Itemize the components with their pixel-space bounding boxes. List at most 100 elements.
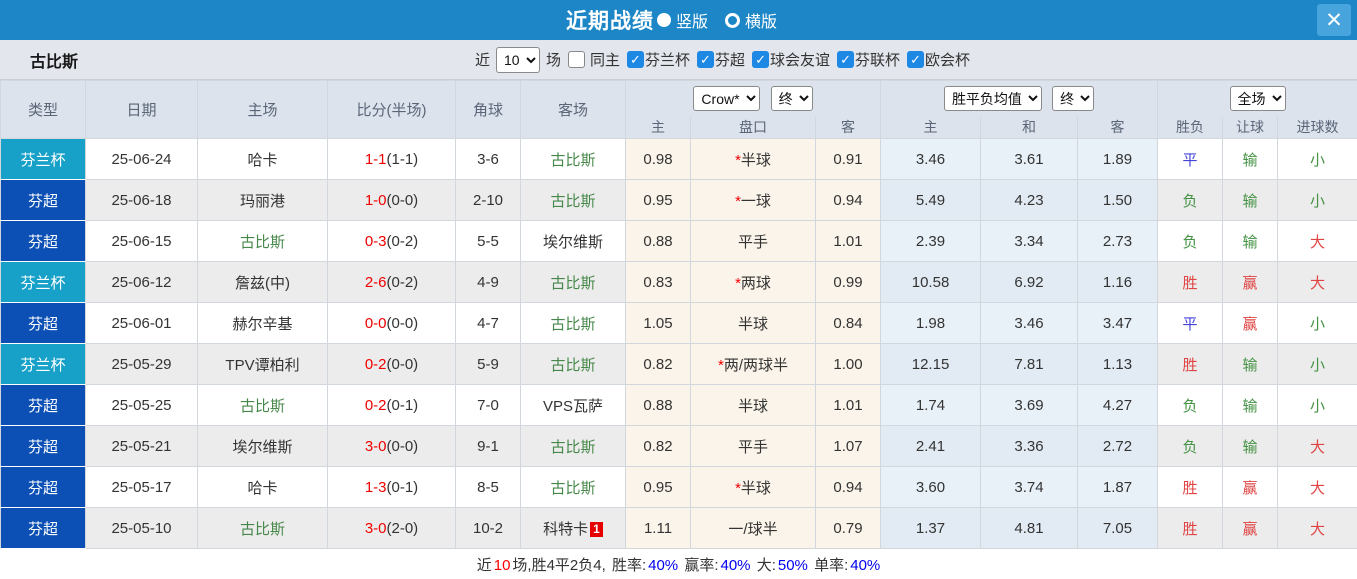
home-odds: 0.95 [625, 466, 691, 508]
matches-unit-label: 场 [545, 52, 561, 69]
half-time-score: (1-1) [386, 150, 419, 168]
league-checkbox[interactable]: ✓ [837, 51, 855, 68]
col-header-score: 比分(半场) [327, 80, 456, 139]
odds-company-select[interactable]: Crow* [693, 86, 761, 112]
handicap-line: *两/两球半 [690, 343, 816, 385]
summary-part: 单率: [809, 557, 849, 574]
full-time-score: 1-0 [364, 191, 387, 209]
home-odds: 0.82 [625, 425, 691, 467]
goals-over-under: 大 [1277, 220, 1357, 262]
vertical-layout-radio[interactable] [656, 13, 671, 27]
avg-win-odds: 1.74 [880, 384, 982, 426]
match-date: 25-05-17 [85, 466, 198, 508]
subheader-goals: 进球数 [1277, 116, 1357, 139]
home-odds: 0.82 [625, 343, 691, 385]
full-time-score: 0-0 [364, 314, 387, 332]
home-team: 埃尔维斯 [197, 425, 328, 467]
corner-score: 4-9 [455, 261, 521, 303]
avg-draw-odds: 4.23 [980, 179, 1079, 221]
score-cell: 1-1(1-1) [327, 138, 456, 180]
away-odds: 0.99 [814, 261, 882, 303]
half-time-score: (0-0) [386, 355, 419, 373]
horizontal-layout-label[interactable]: 横版 [745, 8, 777, 32]
table-row: 芬超 25-06-01 赫尔辛基 0-0(0-0) 4-7 古比斯 1.05 半… [0, 302, 1357, 344]
avg-state-select[interactable]: 终 [1052, 86, 1095, 112]
away-team: 古比斯 [520, 302, 626, 344]
col-header-type: 类型 [0, 80, 86, 139]
corner-score: 10-2 [455, 507, 521, 549]
away-odds: 0.84 [814, 302, 882, 344]
handicap-line: 平手 [690, 425, 816, 467]
away-odds: 0.94 [814, 179, 882, 221]
league-checkbox-label[interactable]: 芬兰杯 [645, 52, 690, 69]
league-filter-group: ✓ 芬兰杯 ✓ 芬超 ✓ 球会友谊 ✓ 芬联杯 ✓ 欧会杯 [620, 49, 970, 70]
avg-lose-odds: 1.50 [1077, 179, 1159, 221]
avg-lose-odds: 1.13 [1077, 343, 1159, 385]
avg-select-group: 胜平负均值 终 [880, 80, 1159, 117]
handicap-text: 平手 [737, 233, 768, 251]
same-home-label[interactable]: 同主 [590, 49, 620, 70]
full-time-score: 0-2 [364, 396, 387, 414]
match-date: 25-06-24 [85, 138, 198, 180]
summary-part: 50% [777, 557, 808, 574]
league-checkbox-label[interactable]: 芬超 [715, 52, 745, 69]
table-row: 芬超 25-06-18 玛丽港 1-0(0-0) 2-10 古比斯 0.95 *… [0, 179, 1357, 221]
match-result: 平 [1157, 302, 1224, 344]
corner-score: 8-5 [455, 466, 521, 508]
table-row: 芬兰杯 25-06-12 詹兹(中) 2-6(0-2) 4-9 古比斯 0.83… [0, 261, 1357, 303]
handicap-line: *一球 [690, 179, 816, 221]
half-time-score: (0-2) [386, 273, 419, 291]
away-odds: 1.00 [814, 343, 882, 385]
handicap-text: 平手 [737, 438, 768, 456]
half-time-score: (0-1) [386, 478, 419, 496]
summary-part: 10 [493, 557, 511, 574]
league-checkbox[interactable]: ✓ [752, 51, 770, 68]
same-home-checkbox[interactable] [567, 51, 585, 68]
recent-count-select[interactable]: 10 [495, 46, 540, 73]
match-result: 负 [1157, 220, 1224, 262]
close-icon: ✕ [1325, 8, 1343, 32]
horizontal-layout-radio[interactable] [725, 12, 740, 28]
asian-handicap-result: 赢 [1222, 261, 1279, 303]
table-row: 芬超 25-05-25 古比斯 0-2(0-1) 7-0 VPS瓦萨 0.88 … [0, 384, 1357, 426]
away-odds: 1.07 [814, 425, 882, 467]
handicap-text: 一球 [740, 192, 771, 210]
match-result: 胜 [1157, 261, 1224, 303]
avg-type-select[interactable]: 胜平负均值 [943, 86, 1042, 112]
odds-state-select[interactable]: 终 [770, 86, 813, 112]
match-date: 25-05-10 [85, 507, 198, 549]
away-odds: 1.01 [814, 384, 882, 426]
league-checkbox-label[interactable]: 欧会杯 [925, 52, 970, 69]
subheader-handicap: 盘口 [690, 116, 816, 139]
home-team: 哈卡 [197, 138, 328, 180]
filter-controls: 近 10 场 同主 ✓ 芬兰杯 ✓ 芬超 ✓ 球会友谊 ✓ 芬联杯 ✓ 欧会杯 [475, 46, 970, 73]
odds-select-group: Crow* 终 [624, 80, 882, 117]
asian-handicap-result: 赢 [1222, 507, 1279, 549]
league-checkbox-label[interactable]: 球会友谊 [770, 52, 830, 69]
avg-draw-odds: 3.34 [980, 220, 1079, 262]
away-team: VPS瓦萨 [520, 384, 626, 426]
handicap-line: *半球 [690, 138, 816, 180]
handicap-text: 两/两球半 [723, 356, 788, 374]
subheader-avg-draw: 和 [980, 116, 1079, 139]
subheader-odds-home: 主 [625, 116, 691, 139]
avg-draw-odds: 4.81 [980, 507, 1079, 549]
close-button[interactable]: ✕ [1317, 4, 1351, 36]
col-header-away: 客场 [520, 80, 626, 139]
league-checkbox[interactable]: ✓ [907, 51, 925, 68]
league-checkbox[interactable]: ✓ [626, 51, 644, 68]
handicap-line: 半球 [690, 384, 816, 426]
vertical-layout-label[interactable]: 竖版 [676, 8, 708, 32]
league-checkbox-label[interactable]: 芬联杯 [855, 52, 900, 69]
match-date: 25-05-25 [85, 384, 198, 426]
asian-handicap-result: 赢 [1222, 466, 1279, 508]
scope-select[interactable]: 全场 [1229, 86, 1286, 112]
away-team-name: 古比斯 [550, 192, 596, 210]
match-date: 25-06-01 [85, 302, 198, 344]
league-checkbox[interactable]: ✓ [697, 51, 714, 68]
handicap-text: 一/球半 [728, 520, 778, 538]
match-result: 胜 [1157, 343, 1224, 385]
corner-score: 3-6 [455, 138, 521, 180]
asian-handicap-result: 输 [1222, 179, 1279, 221]
home-odds: 0.98 [625, 138, 691, 180]
